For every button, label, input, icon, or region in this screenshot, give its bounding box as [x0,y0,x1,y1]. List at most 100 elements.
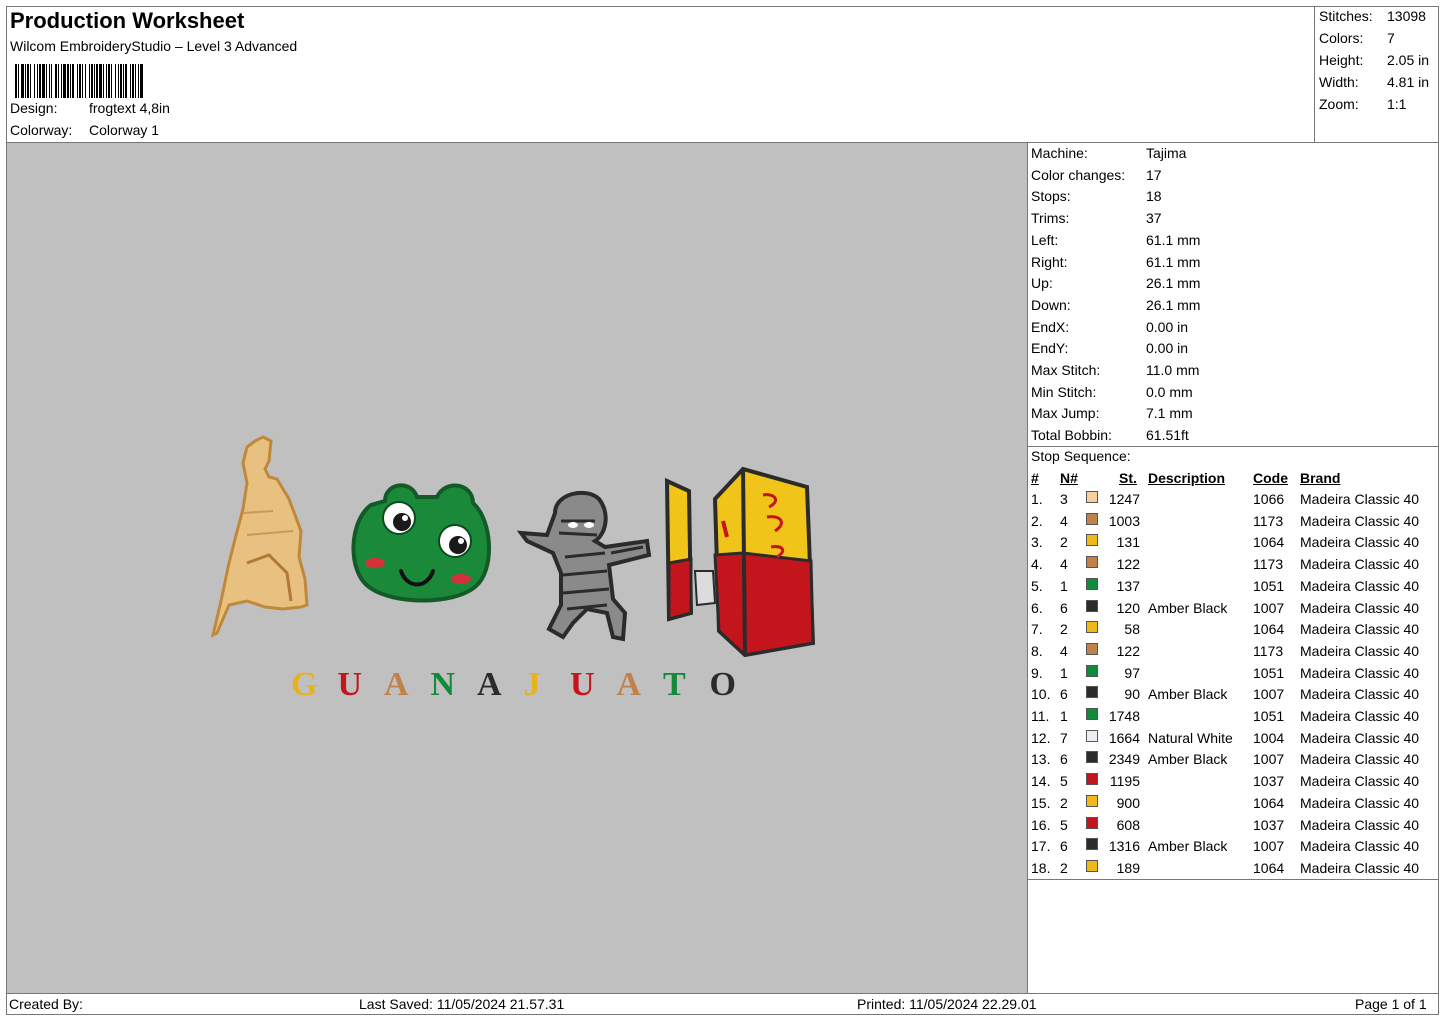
info-label: Left: [1031,231,1059,248]
thread-brand: Madeira Classic 40 [1300,794,1420,811]
color-swatch [1086,534,1098,547]
col-header-brand: Brand [1300,470,1341,486]
stats-row: Height: 2.05 in [1319,52,1430,68]
needle-number: 3 [1060,491,1068,507]
machine-info-row: Left: 61.1 mm [1031,232,1200,248]
col-header-num: # [1031,470,1039,486]
color-swatch [1086,773,1098,786]
needle-number: 4 [1060,642,1068,659]
thread-description: Natural White [1148,729,1233,746]
thread-brand: Madeira Classic 40 [1300,859,1420,876]
info-value: 61.1 mm [1146,253,1201,270]
needle-number: 1 [1060,708,1068,724]
guanajuato-text: GUANAJUATO [291,666,736,703]
stats-row: Stitches: 13098 [1319,8,1426,24]
needle-number: 1 [1060,664,1068,681]
design-row: Design: frogtext 4,8in [10,100,170,116]
thread-brand: Madeira Classic 40 [1300,491,1420,507]
color-swatch [1086,686,1098,699]
letter-a: A [384,666,409,703]
machine-info-row: Stops: 18 [1031,188,1162,204]
table-row: 1. 3 1247 1066 Madeira Classic 40 [1027,491,1439,512]
thread-code: 1064 [1253,859,1285,876]
colorway-label: Colorway: [10,122,73,138]
stitch-count: 1664 [1108,729,1140,746]
needle-number: 4 [1060,512,1068,529]
color-swatch [1086,621,1098,634]
table-row: 10. 6 90 Amber Black 1007 Madeira Classic 40 [1027,686,1439,707]
info-value: 61.51ft [1146,427,1189,444]
row-number: 4. [1031,556,1043,573]
color-swatch [1086,664,1098,677]
color-swatch [1086,512,1098,525]
stitch-count: 1748 [1108,708,1140,724]
table-row: 11. 1 1748 1051 Madeira Classic 40 [1027,708,1439,729]
info-value: 11.0 mm [1146,362,1200,378]
info-value: 0.00 in [1146,340,1189,357]
table-row: 8. 4 122 1173 Madeira Classic 40 [1027,642,1439,664]
thread-code: 1007 [1253,686,1285,703]
color-swatch [1086,751,1098,764]
letter-t: T [663,666,686,703]
letter-a: A [477,666,502,703]
col-header-description: Description [1148,470,1226,486]
colorway-row: Colorway: Colorway 1 [10,122,159,138]
letter-u: U [338,666,363,703]
table-row: 14. 5 1195 1037 Madeira Classic 40 [1027,773,1439,794]
table-row: 18. 2 189 1064 Madeira Classic 40 [1027,859,1439,881]
stitch-count: 2349 [1108,751,1140,768]
color-swatch [1086,794,1098,807]
machine-info-row: Color changes: 17 [1031,167,1162,183]
printed-date: Printed: 11/05/2024 22.29.01 [857,996,1037,1012]
thread-code: 1037 [1253,773,1285,790]
needle-number: 6 [1060,599,1068,616]
machine-info-row: Min Stitch: 0.0 mm [1031,384,1193,400]
machine-info-row: Machine: Tajima [1031,145,1186,161]
stitch-count: 58 [1124,621,1140,638]
table-row: 9. 1 97 1051 Madeira Classic 40 [1027,664,1439,686]
color-swatch [1086,708,1098,720]
info-value: 26.1 mm [1146,296,1201,313]
col-header-st: St. [1119,470,1137,486]
color-swatch [1086,556,1098,569]
color-swatch [1086,816,1098,829]
info-value: 37 [1146,210,1162,227]
thread-code: 1064 [1253,621,1285,638]
row-number: 14. [1031,773,1051,790]
needle-number: 5 [1060,773,1068,790]
row-number: 2. [1031,512,1043,529]
thread-code: 1064 [1253,534,1285,551]
needle-number: 6 [1060,686,1068,703]
stats-row: Zoom: 1:1 [1319,96,1407,112]
color-swatch [1086,859,1098,872]
letter-a: A [617,666,642,703]
thread-description: Amber Black [1148,838,1228,855]
thread-brand: Madeira Classic 40 [1300,751,1420,768]
mummy-motif [516,490,652,642]
info-label: Min Stitch: [1031,383,1097,400]
thread-brand: Madeira Classic 40 [1300,599,1420,616]
stats-row: Width: 4.81 in [1319,74,1430,90]
color-swatch [1086,491,1098,503]
needle-number: 7 [1060,729,1068,746]
row-number: 6. [1031,599,1043,616]
table-end-divider [1027,879,1439,880]
info-label: Trims: [1031,210,1070,227]
colorway-value: Colorway 1 [89,122,160,138]
info-label: Machine: [1031,145,1088,161]
info-label: Total Bobbin: [1031,427,1112,444]
info-value: 61.1 mm [1146,231,1201,248]
thread-code: 1037 [1253,816,1285,833]
info-value: 17 [1146,166,1162,183]
stitch-count: 608 [1116,816,1140,833]
row-number: 11. [1031,708,1050,724]
barcode-image [15,64,143,98]
info-label: Right: [1031,253,1068,270]
info-label: Max Stitch: [1031,362,1101,378]
stitch-count: 131 [1116,534,1140,551]
row-number: 9. [1031,664,1043,681]
stitch-count: 1247 [1108,491,1140,507]
color-swatch [1086,838,1098,851]
stitch-count: 1195 [1109,773,1140,790]
stitch-count: 900 [1116,794,1140,811]
